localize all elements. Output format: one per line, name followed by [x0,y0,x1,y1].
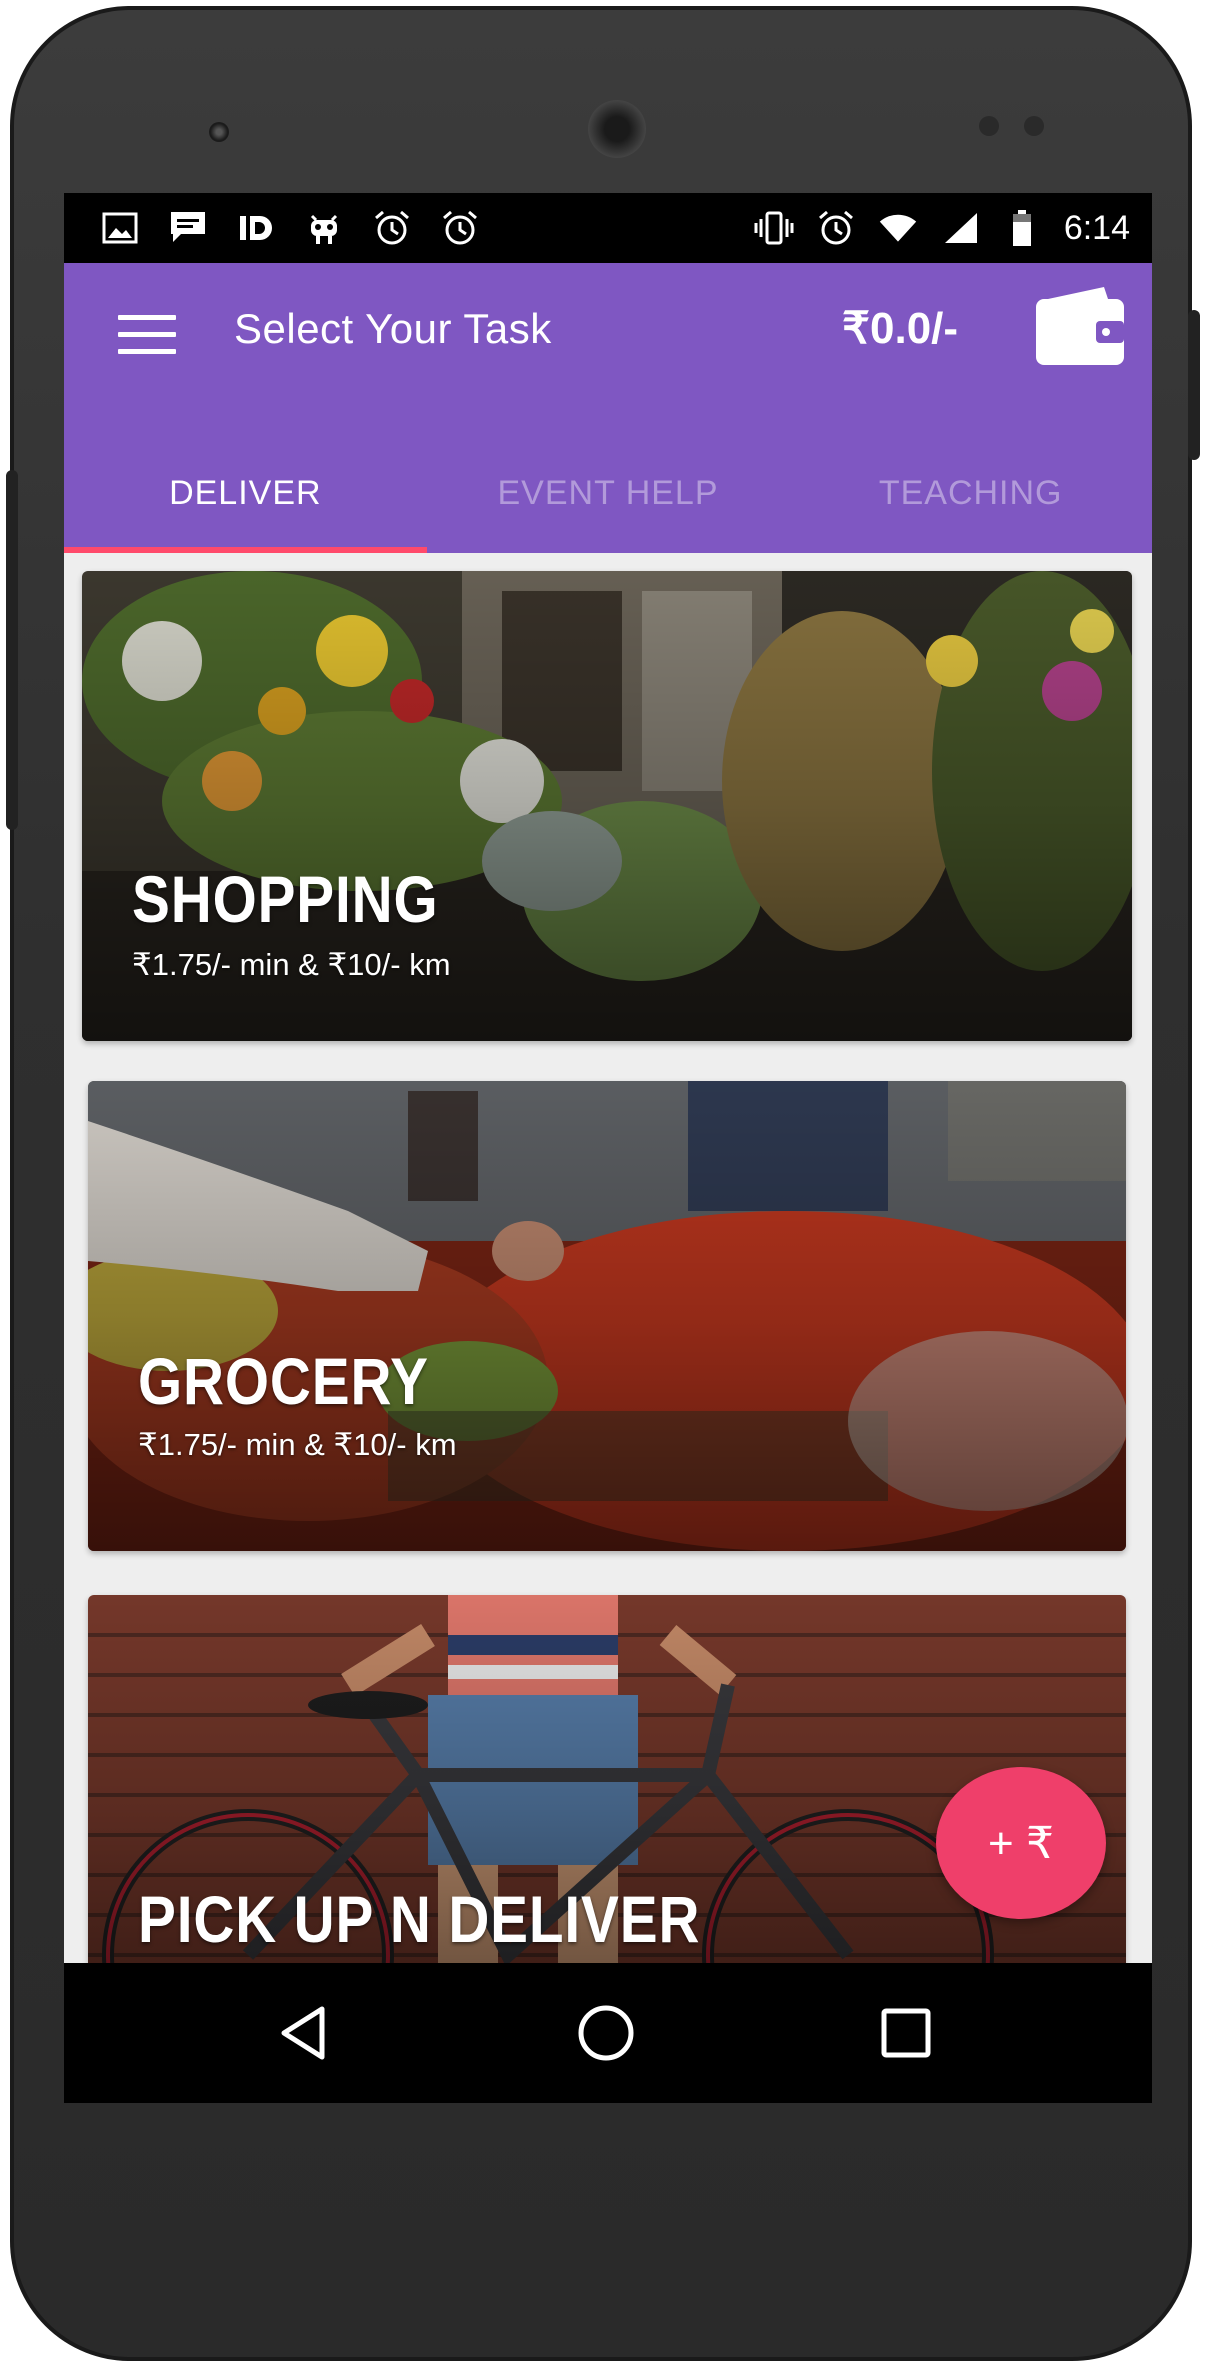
alarm-icon [816,208,856,248]
image-icon [100,208,140,248]
card-title: PICK UP N DELIVER [138,1882,701,1956]
power-button [1188,310,1200,460]
android-icon [304,208,344,248]
card-title: SHOPPING [132,862,439,936]
pickup-deliver-card[interactable]: PICK UP N DELIVER [88,1595,1126,1963]
proximity-sensor [979,116,999,136]
screen: 6:14 Select Your Task ₹0.0/- DELIVER EVE… [64,193,1152,2103]
task-list: SHOPPING ₹1.75/- min & ₹10/- km GROCERY … [64,553,1152,1963]
card-rate: ₹1.75/- min & ₹10/- km [132,947,451,982]
id-icon [236,208,276,248]
alarm-icon [372,208,412,248]
signal-icon [940,208,980,248]
wifi-icon [878,208,918,248]
home-icon[interactable] [576,2003,636,2063]
alarm-icon [440,208,480,248]
front-camera [209,122,229,142]
tab-bar: DELIVER EVENT HELP TEACHING [64,433,1152,553]
page-title: Select Your Task [234,305,552,352]
add-money-button[interactable]: + ₹ [936,1767,1106,1919]
light-sensor [1024,116,1044,136]
battery-icon [1002,208,1042,248]
grocery-card[interactable]: GROCERY ₹1.75/- min & ₹10/- km [88,1081,1126,1551]
shopping-card[interactable]: SHOPPING ₹1.75/- min & ₹10/- km [82,571,1132,1041]
card-rate: ₹1.75/- min & ₹10/- km [138,1427,457,1462]
tab-event-help[interactable]: EVENT HELP [427,433,790,553]
volume-button [6,470,18,830]
wallet-icon[interactable] [1034,285,1126,367]
wallet-balance: ₹0.0/- [842,304,959,353]
status-bar: 6:14 [64,193,1152,263]
hamburger-menu-icon[interactable] [118,315,176,357]
tab-teaching[interactable]: TEACHING [789,433,1152,553]
clock: 6:14 [1063,208,1130,247]
back-icon[interactable] [274,2003,334,2063]
card-title: GROCERY [138,1344,429,1418]
app-bar: Select Your Task ₹0.0/- DELIVER EVENT HE… [64,263,1152,553]
vibrate-icon [754,208,794,248]
recents-icon[interactable] [876,2003,936,2063]
chat-icon [168,208,208,248]
navigation-bar [64,1963,1152,2103]
photo-shade [88,1081,1126,1551]
earpiece-speaker [588,100,646,158]
tab-deliver[interactable]: DELIVER [64,433,427,553]
